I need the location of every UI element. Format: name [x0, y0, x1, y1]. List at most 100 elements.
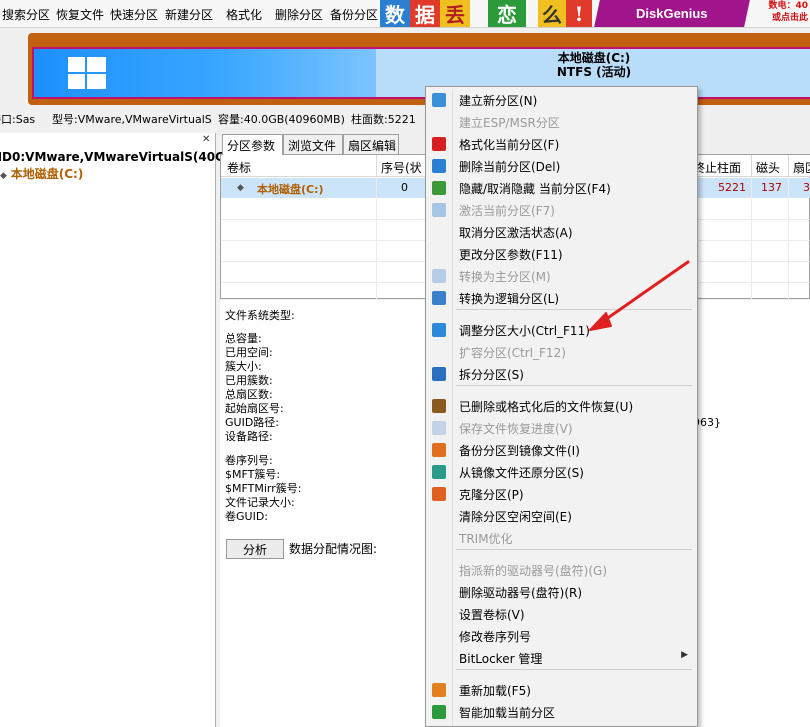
detail-field: 卷GUID:	[225, 510, 268, 523]
toolbar-search-partition-button[interactable]: 搜索分区	[2, 6, 50, 23]
detail-field: 卷序列号:	[225, 454, 273, 467]
disk-cylinders: 柱面数:5221	[351, 113, 416, 126]
analyze-button[interactable]: 分析	[226, 539, 284, 559]
menu-item[interactable]: 格式化当前分区(F)	[428, 133, 696, 155]
ad-char: !	[566, 0, 592, 27]
tab-browse-files[interactable]: 浏览文件	[283, 134, 343, 154]
menu-item[interactable]: 设置卷标(V)	[428, 603, 696, 625]
row-head: 137	[761, 181, 782, 194]
split-icon	[432, 367, 446, 381]
row-label: 本地磁盘(C:)	[257, 183, 324, 196]
menu-item[interactable]: 修改卷序列号	[428, 625, 696, 647]
detail-field: 已用空间:	[225, 346, 273, 359]
partition-usage-fill	[34, 49, 376, 97]
menu-separator	[456, 385, 692, 386]
col-header-index[interactable]: 序号(状	[381, 159, 422, 176]
col-header-head[interactable]: 磁头	[756, 159, 780, 176]
menu-item-label: 删除驱动器号(盘符)(R)	[459, 586, 583, 600]
menu-item-label: 重新加载(F5)	[459, 684, 531, 698]
partition-block-name: 本地磁盘(C:)	[557, 51, 631, 65]
detail-field: $MFTMirr簇号:	[225, 482, 302, 495]
menu-item-label: 隐藏/取消隐藏 当前分区(F4)	[459, 182, 611, 196]
close-icon[interactable]: ✕	[202, 134, 210, 145]
menu-item-label: 设置卷标(V)	[459, 608, 525, 622]
detail-field: 簇大小:	[225, 360, 262, 373]
menu-item: 建立ESP/MSR分区	[428, 111, 696, 133]
no-entry-icon	[432, 137, 446, 151]
toolbar-backup-partition-button[interactable]: 备份分区	[330, 6, 378, 23]
tree-disk-node[interactable]: HD0:VMware,VMwareVirtualS(40GB)	[0, 150, 240, 164]
backup-icon	[432, 443, 446, 457]
menu-separator	[456, 309, 692, 310]
tree-partition-node[interactable]: ◆ 本地磁盘(C:)	[0, 165, 83, 182]
menu-item[interactable]: 删除驱动器号(盘符)(R)	[428, 581, 696, 603]
row-index: 0	[401, 181, 408, 194]
menu-item[interactable]: 删除当前分区(Del)	[428, 155, 696, 177]
tab-sector-edit[interactable]: 扇区编辑	[343, 134, 399, 154]
menu-item[interactable]: 更改分区参数(F11)	[428, 243, 696, 265]
toolbar-new-partition-button[interactable]: 新建分区	[165, 6, 213, 23]
ad-char: 数	[380, 0, 410, 27]
layers-icon	[432, 93, 446, 107]
tree-panel-header: ✕	[0, 133, 216, 147]
menu-item[interactable]: 克隆分区(P)	[428, 483, 696, 505]
tab-partition-params[interactable]: 分区参数	[222, 134, 283, 155]
menu-item: 保存文件恢复进度(V)	[428, 417, 696, 439]
menu-item-label: 更改分区参数(F11)	[459, 248, 563, 262]
menu-item: 指派新的驱动器号(盘符)(G)	[428, 559, 696, 581]
menu-item[interactable]: 智能加载当前分区	[428, 701, 696, 723]
menu-item-label: 指派新的驱动器号(盘符)(G)	[459, 564, 608, 578]
menu-item-label: 调整分区大小(Ctrl_F11)	[459, 324, 590, 338]
toolbar-delete-partition-button[interactable]: 删除分区	[275, 6, 323, 23]
menu-item[interactable]: 从镜像文件还原分区(S)	[428, 461, 696, 483]
menu-item: 扩容分区(Ctrl_F12)	[428, 341, 696, 363]
menu-item-label: 克隆分区(P)	[459, 488, 524, 502]
menu-item[interactable]: 备份分区到镜像文件(I)	[428, 439, 696, 461]
save-progress-icon	[432, 421, 446, 435]
tree-partition-label: 本地磁盘(C:)	[10, 167, 84, 181]
ad-char: 据	[410, 0, 440, 27]
submenu-arrow-icon: ▶	[681, 650, 688, 660]
restore-icon	[432, 465, 446, 479]
menu-item: TRIM优化	[428, 527, 696, 549]
menu-item-label: 取消分区激活状态(A)	[459, 226, 573, 240]
menu-item-label: 激活当前分区(F7)	[459, 204, 555, 218]
menu-item[interactable]: 取消分区激活状态(A)	[428, 221, 696, 243]
menu-item: 转换为主分区(M)	[428, 265, 696, 287]
menu-item-label: 备份分区到镜像文件(I)	[459, 444, 580, 458]
menu-item[interactable]: 重新加载(F5)	[428, 679, 696, 701]
clone-icon	[432, 487, 446, 501]
menu-item-label: 清除分区空闲空间(E)	[459, 510, 572, 524]
resize-icon	[432, 323, 446, 337]
menu-item: 激活当前分区(F7)	[428, 199, 696, 221]
row-sector: 3	[803, 181, 810, 194]
toolbar-quick-partition-button[interactable]: 快速分区	[110, 6, 158, 23]
menu-item-label: 修改卷序列号	[459, 630, 532, 644]
detail-field: 起始扇区号:	[225, 402, 284, 415]
ad-side-line: 数电：40	[768, 1, 808, 11]
allocation-chart-label: 数据分配情况图:	[289, 542, 378, 556]
menu-item[interactable]: 调整分区大小(Ctrl_F11)	[428, 319, 696, 341]
reload-icon	[432, 683, 446, 697]
col-header-label[interactable]: 卷标	[227, 159, 251, 176]
col-header-sector[interactable]: 扇区	[793, 159, 810, 176]
toolbar-recover-files-button[interactable]: 恢复文件	[56, 6, 104, 23]
menu-item[interactable]: 清除分区空闲空间(E)	[428, 505, 696, 527]
menu-item[interactable]: 已删除或格式化后的文件恢复(U)	[428, 395, 696, 417]
menu-item[interactable]: BitLocker 管理 ▶	[428, 647, 696, 669]
detail-field: 设备路径:	[225, 430, 273, 443]
col-header-end-cylinder[interactable]: 终止柱面	[693, 159, 741, 176]
detail-field: GUID路径:	[225, 416, 279, 429]
menu-item-label: TRIM优化	[459, 532, 513, 546]
menu-item[interactable]: 转换为逻辑分区(L)	[428, 287, 696, 309]
menu-item[interactable]: 建立新分区(N)	[428, 89, 696, 111]
advertisement-banner[interactable]: 数 据 丢 恋 么 ! DiskGenius 数电：40 或点击此	[380, 0, 810, 27]
toolbar-format-button[interactable]: 格式化	[226, 6, 262, 23]
menu-item-label: 保存文件恢复进度(V)	[459, 422, 573, 436]
menu-item[interactable]: 隐藏/取消隐藏 当前分区(F4)	[428, 177, 696, 199]
ad-char: 丢	[440, 0, 470, 27]
smart-load-icon	[432, 705, 446, 719]
menu-item-label: 建立新分区(N)	[459, 94, 538, 108]
detail-field: 已用簇数:	[225, 374, 273, 387]
menu-item[interactable]: 拆分分区(S)	[428, 363, 696, 385]
